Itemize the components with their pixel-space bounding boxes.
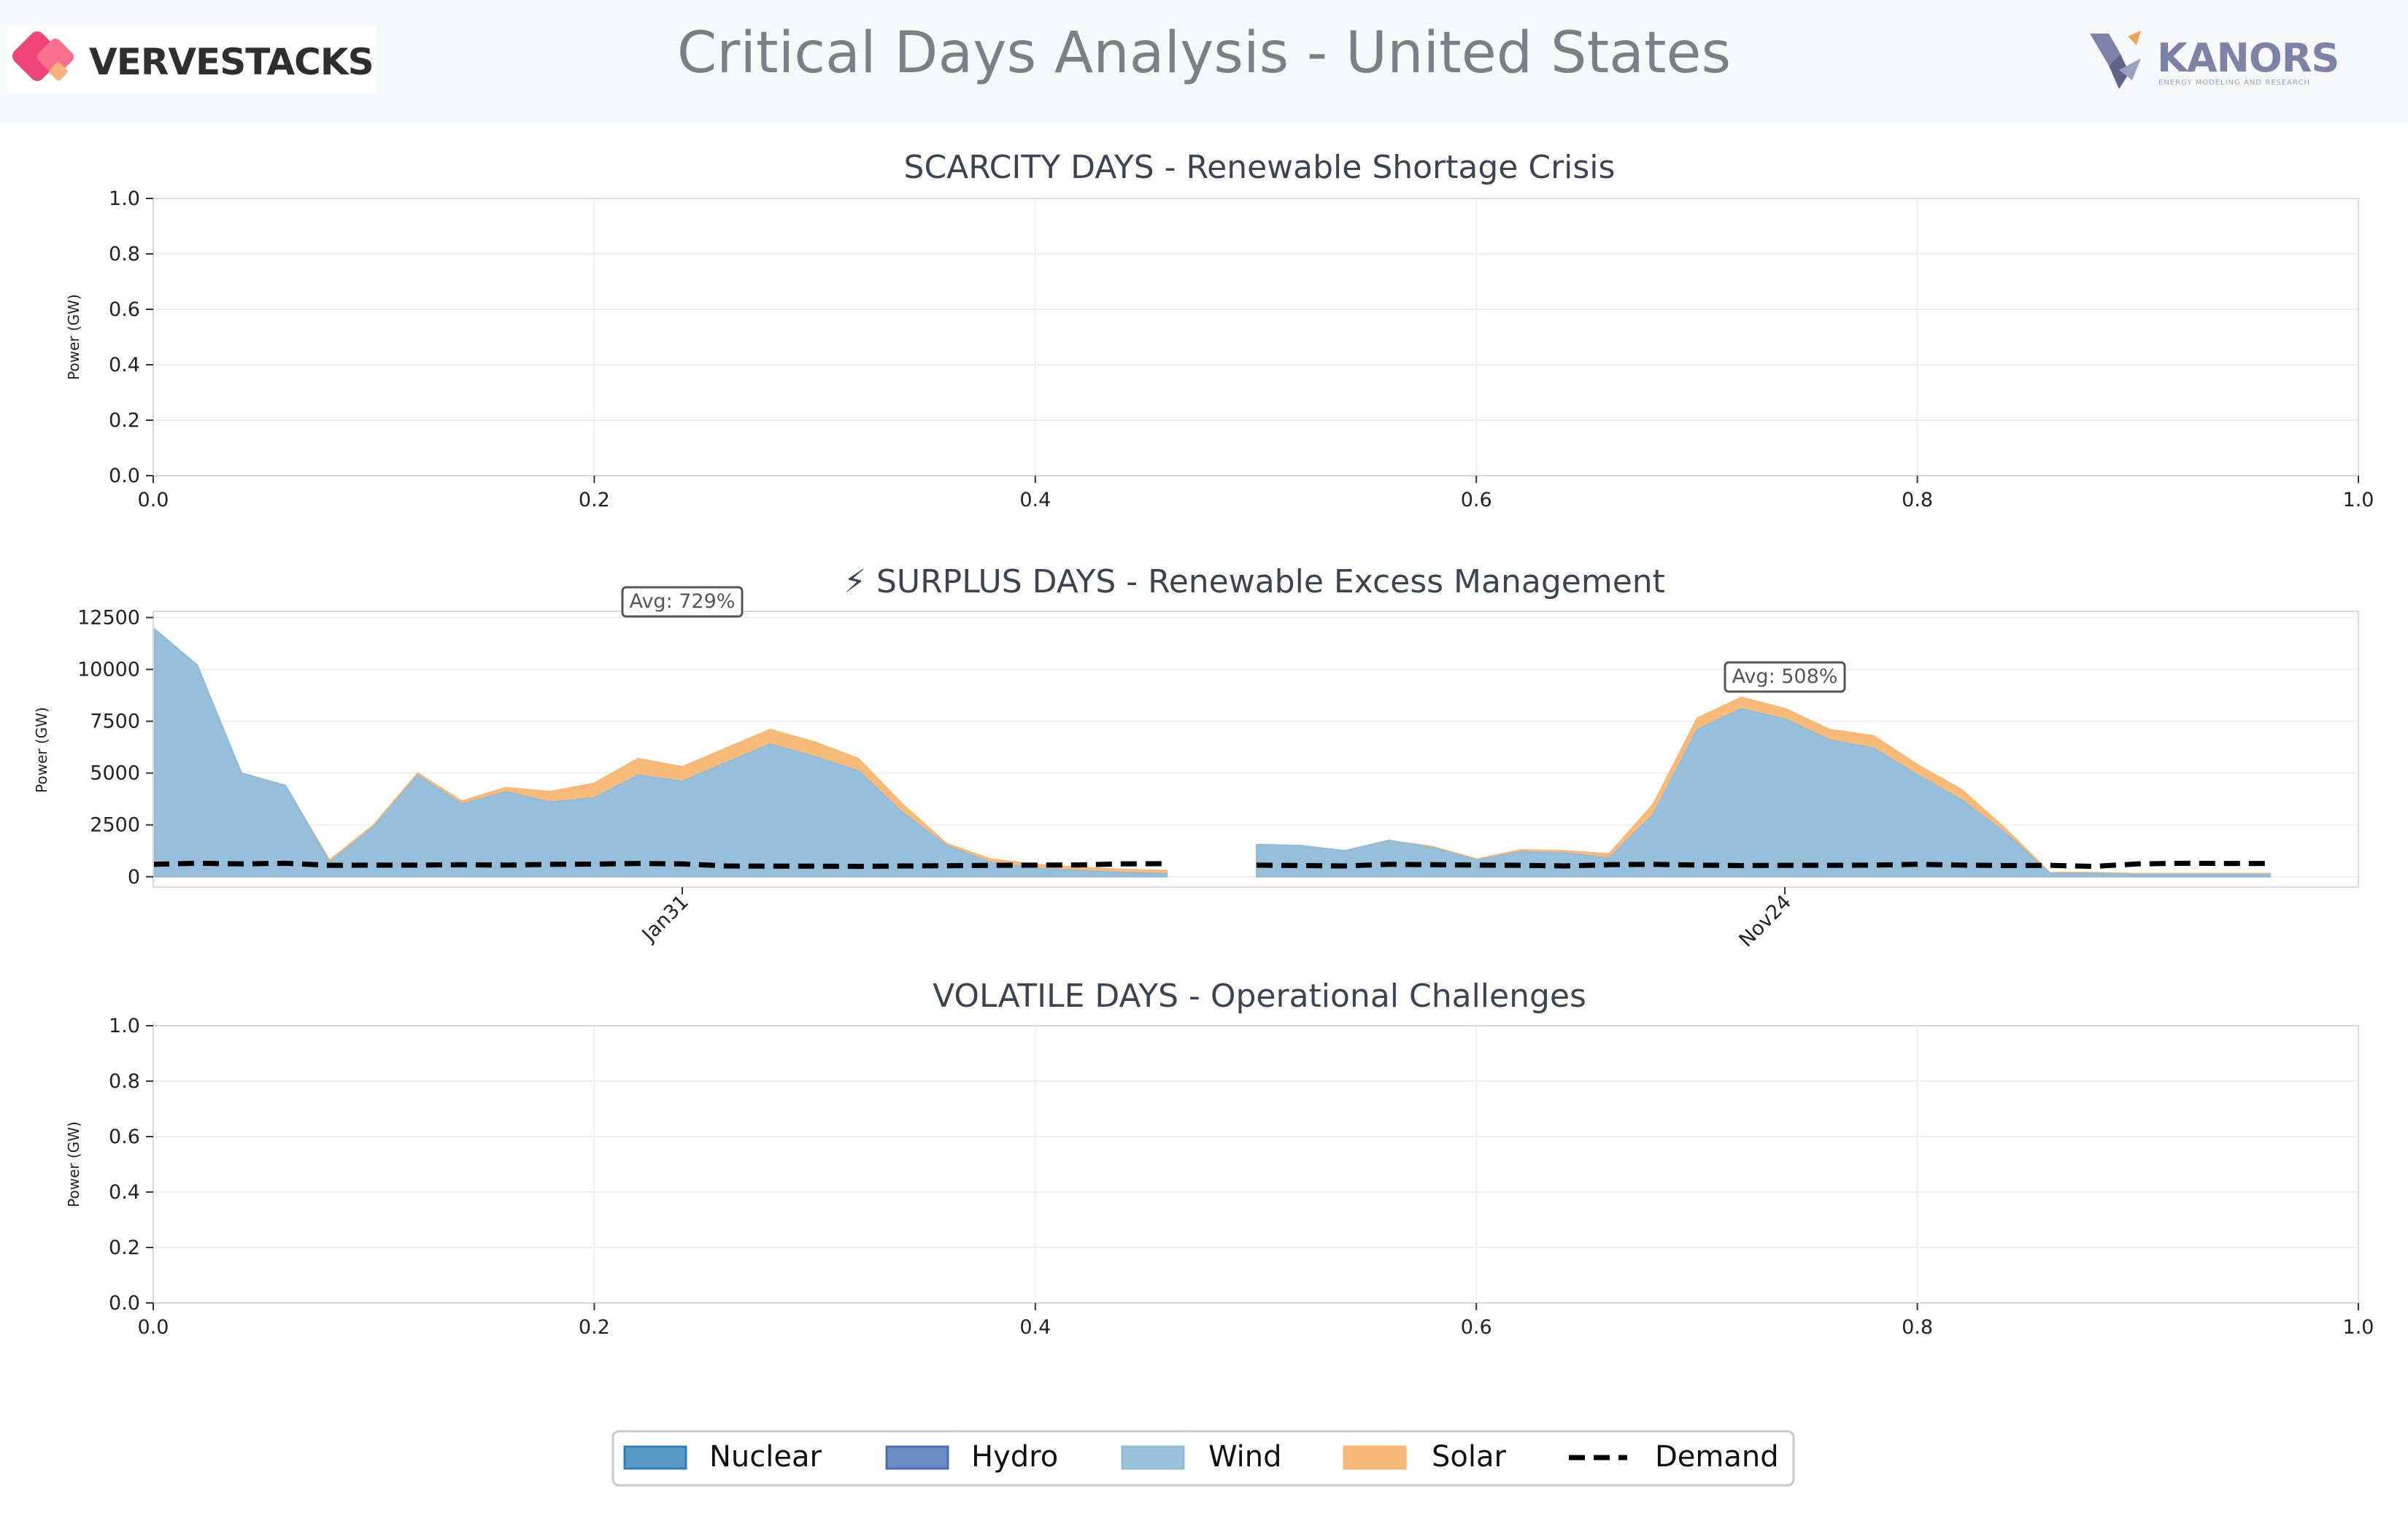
x-tick-label: 1.0 (2343, 1316, 2374, 1339)
surplus-y-axis-label: Power (GW) (33, 707, 50, 793)
avg-annotation-text: Avg: 729% (630, 590, 736, 613)
y-tick-label: 7500 (90, 711, 140, 733)
x-tick-label: 0.4 (1019, 489, 1051, 511)
x-tick-label: 0.4 (1019, 1316, 1051, 1339)
volatile-y-axis-label: Power (GW) (65, 1121, 82, 1207)
volatile-plot-frame (153, 1025, 2359, 1304)
avg-annotation-jan31: Avg: 729% (621, 586, 744, 618)
legend-label-nuclear: Nuclear (709, 1440, 822, 1474)
legend-label-hydro: Hydro (971, 1440, 1058, 1474)
y-tick-label: 12500 (77, 607, 140, 630)
y-tick-label: 1.0 (109, 187, 140, 210)
x-tick-label: 0.0 (138, 489, 169, 511)
legend-label-solar: Solar (1432, 1440, 1506, 1474)
scarcity-y-axis-label: Power (GW) (65, 294, 82, 380)
avg-annotation-text: Avg: 508% (1732, 665, 1838, 688)
y-tick-label: 10000 (77, 659, 140, 681)
legend-swatch-nuclear (623, 1445, 687, 1470)
x-tick-label: 0.8 (1902, 489, 1933, 511)
y-tick-label: 0.0 (109, 1292, 140, 1315)
y-tick-label: 0.2 (109, 409, 140, 432)
x-tick-label: Nov24 (1734, 891, 1795, 951)
legend-swatch-wind (1121, 1445, 1185, 1470)
chart-legend: Nuclear Hydro Wind Solar Demand (611, 1430, 1795, 1487)
surplus-panel: ⚡ SURPLUS DAYS - Renewable Excess Manage… (33, 563, 2359, 952)
x-tick-label: 0.8 (1902, 1316, 1933, 1339)
wind-area-jan31 (153, 626, 1168, 878)
x-tick-label: 0.2 (579, 1316, 610, 1339)
surplus-panel-title: ⚡ SURPLUS DAYS - Renewable Excess Manage… (844, 563, 1665, 600)
x-tick-label: Jan31 (637, 891, 693, 947)
y-tick-label: 2500 (90, 814, 140, 837)
legend-label-wind: Wind (1208, 1440, 1282, 1474)
y-tick-label: 1.0 (109, 1015, 140, 1037)
y-tick-label: 0.0 (109, 465, 140, 487)
volatile-grid (153, 1025, 2359, 1304)
x-tick-label: 0.2 (579, 489, 610, 511)
scarcity-plot-frame (153, 198, 2359, 476)
y-tick-label: 0.2 (109, 1237, 140, 1259)
y-tick-label: 0.6 (109, 298, 140, 321)
surplus-x-ticks: Jan31 Nov24 (637, 887, 1796, 952)
legend-swatch-solar (1343, 1445, 1407, 1470)
scarcity-panel: SCARCITY DAYS - Renewable Shortage Crisi… (65, 149, 2374, 511)
surplus-area-series (153, 626, 2272, 878)
charts-canvas: SCARCITY DAYS - Renewable Shortage Crisi… (33, 149, 2374, 1487)
x-tick-label: 0.0 (138, 1316, 169, 1339)
scarcity-grid (153, 198, 2359, 476)
y-tick-label: 0.8 (109, 243, 140, 266)
wind-area-nov24 (1256, 708, 2272, 878)
volatile-panel: VOLATILE DAYS - Operational Challenges P… (65, 978, 2374, 1339)
x-tick-label: 1.0 (2343, 489, 2374, 511)
demand-line-nov24 (1256, 860, 2271, 870)
y-tick-label: 0.4 (109, 1181, 140, 1204)
y-tick-label: 5000 (90, 762, 140, 785)
surplus-y-ticks: 0 2500 5000 7500 10000 12500 (77, 607, 153, 889)
scarcity-panel-title: SCARCITY DAYS - Renewable Shortage Crisi… (894, 149, 1616, 186)
y-tick-label: 0.4 (109, 354, 140, 376)
avg-annotation-nov24: Avg: 508% (1724, 661, 1846, 693)
volatile-panel-title: VOLATILE DAYS - Operational Challenges (922, 978, 1586, 1015)
y-tick-label: 0 (128, 866, 140, 889)
legend-label-demand: Demand (1655, 1440, 1779, 1474)
scarcity-y-ticks: 0.0 0.2 0.4 0.6 0.8 1.0 (109, 187, 153, 487)
volatile-x-ticks: 0.0 0.2 0.4 0.6 0.8 1.0 (138, 1303, 2374, 1339)
x-tick-label: 0.6 (1461, 1316, 1492, 1339)
volatile-y-ticks: 0.0 0.2 0.4 0.6 0.8 1.0 (109, 1015, 153, 1315)
x-tick-label: 0.6 (1461, 489, 1492, 511)
y-tick-label: 0.8 (109, 1070, 140, 1093)
y-tick-label: 0.6 (109, 1126, 140, 1148)
scarcity-x-ticks: 0.0 0.2 0.4 0.6 0.8 1.0 (138, 476, 2374, 511)
legend-swatch-hydro (885, 1445, 949, 1470)
